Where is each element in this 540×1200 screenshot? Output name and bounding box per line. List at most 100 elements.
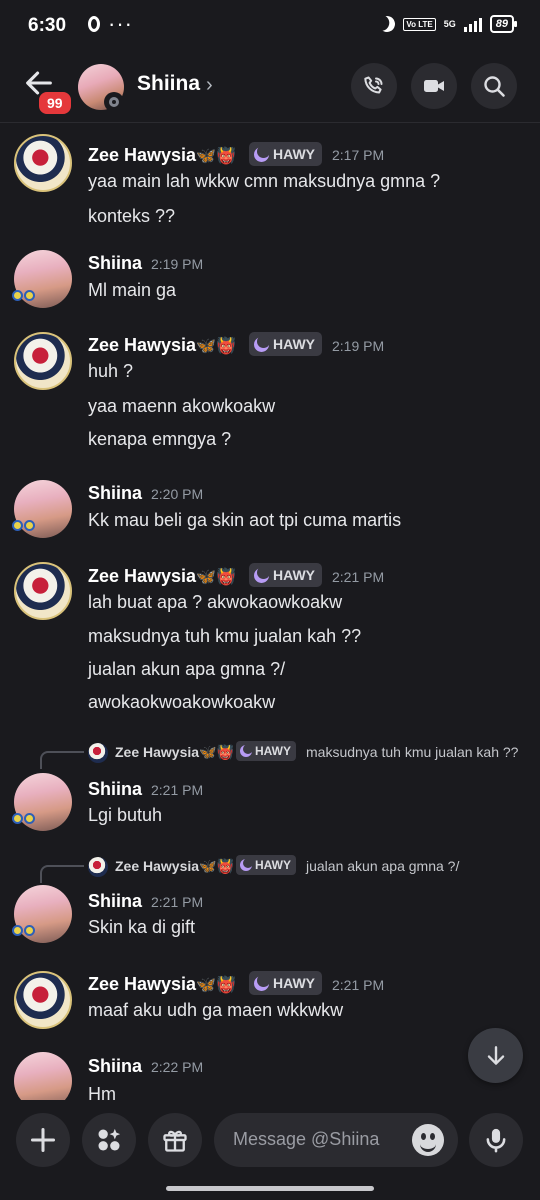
author-name[interactable]: Shiina bbox=[88, 779, 142, 800]
timestamp: 2:21 PM bbox=[151, 894, 204, 910]
message-text[interactable]: konteks ?? bbox=[88, 206, 175, 227]
message-text[interactable]: Kk mau beli ga skin aot tpi cuma martis bbox=[88, 510, 401, 531]
reply-text: maksudnya tuh kmu jualan kah ?? bbox=[306, 744, 519, 760]
avatar-decoration-icon bbox=[12, 520, 36, 536]
volte-icon: Vo LTE bbox=[403, 17, 436, 31]
gift-button[interactable] bbox=[148, 1113, 202, 1167]
smile-icon bbox=[420, 1141, 436, 1152]
search-button[interactable] bbox=[471, 63, 517, 109]
status-bar: 6:30 ··· Vo LTE 5G 89 bbox=[0, 0, 540, 54]
message-text[interactable]: yaa main lah wkkw cmn maksudnya gmna ? bbox=[88, 171, 440, 192]
role-tag[interactable]: HAWY bbox=[249, 971, 322, 995]
message-text[interactable]: maksudnya tuh kmu jualan kah ?? bbox=[88, 626, 361, 647]
reply-author: Zee Hawysia🦋👹 bbox=[115, 744, 234, 760]
plus-icon bbox=[30, 1127, 56, 1153]
author-name[interactable]: Zee Hawysia🦋👹 bbox=[88, 974, 236, 995]
do-not-disturb-icon bbox=[377, 14, 398, 35]
home-indicator[interactable] bbox=[166, 1186, 374, 1191]
author-name[interactable]: Shiina bbox=[88, 891, 142, 912]
message-list[interactable]: Zee Hawysia🦋👹 HAWY 2:17 PM yaa main lah … bbox=[0, 124, 540, 1100]
phone-icon bbox=[364, 76, 383, 94]
reply-author: Zee Hawysia🦋👹 bbox=[115, 858, 234, 874]
timestamp: 2:20 PM bbox=[151, 486, 204, 502]
message-text[interactable]: Hm bbox=[88, 1084, 116, 1100]
message-text[interactable]: maaf aku udh ga maen wkkwkw bbox=[88, 1000, 343, 1021]
role-tag[interactable]: HAWY bbox=[249, 332, 322, 356]
reply-preview[interactable]: Zee Hawysia🦋👹 HAWY jualan akun apa gmna … bbox=[0, 855, 540, 883]
author-name[interactable]: Shiina bbox=[88, 1056, 142, 1077]
moon-icon bbox=[254, 144, 270, 162]
reply-text: jualan akun apa gmna ?/ bbox=[306, 858, 460, 874]
message-text[interactable]: Lgi butuh bbox=[88, 805, 162, 826]
voice-message-button[interactable] bbox=[469, 1113, 523, 1167]
timestamp: 2:21 PM bbox=[151, 782, 204, 798]
author-name[interactable]: Zee Hawysia🦋👹 bbox=[88, 145, 236, 166]
network-type: 5G bbox=[443, 18, 456, 29]
author-emoji: 🦋👹 bbox=[196, 569, 236, 586]
timestamp: 2:22 PM bbox=[151, 1059, 204, 1075]
avatar[interactable] bbox=[14, 971, 72, 1029]
notification-icon bbox=[88, 16, 100, 32]
timestamp: 2:19 PM bbox=[332, 338, 385, 354]
reply-avatar bbox=[88, 857, 108, 877]
role-tag[interactable]: HAWY bbox=[249, 142, 322, 166]
role-tag[interactable]: HAWY bbox=[249, 563, 322, 587]
page-title[interactable]: Shiina bbox=[137, 72, 200, 96]
reply-author-emoji: 🦋👹 bbox=[199, 744, 234, 760]
avatar[interactable] bbox=[14, 1052, 72, 1100]
avatar[interactable] bbox=[14, 134, 72, 192]
video-call-button[interactable] bbox=[411, 63, 457, 109]
author-emoji: 🦋👹 bbox=[196, 148, 236, 165]
moon-icon bbox=[254, 565, 270, 583]
reply-author-emoji: 🦋👹 bbox=[199, 858, 234, 874]
clock: 6:30 bbox=[28, 15, 67, 36]
message-text[interactable]: jualan akun apa gmna ?/ bbox=[88, 659, 285, 680]
message-input[interactable]: Message @Shiina bbox=[214, 1113, 458, 1167]
reply-connector bbox=[40, 751, 84, 769]
message-text[interactable]: Ml main ga bbox=[88, 280, 176, 301]
timestamp: 2:21 PM bbox=[332, 569, 385, 585]
apps-button[interactable] bbox=[82, 1113, 136, 1167]
message-text[interactable]: yaa maenn akowkoakw bbox=[88, 396, 275, 417]
reply-role-tag: HAWY bbox=[236, 855, 296, 875]
message-input-placeholder: Message @Shiina bbox=[233, 1129, 380, 1149]
author-emoji: 🦋👹 bbox=[196, 338, 236, 355]
author-name[interactable]: Shiina bbox=[88, 253, 142, 274]
reply-role-tag: HAWY bbox=[236, 741, 296, 761]
avatar-decoration-icon bbox=[12, 925, 36, 941]
message-text[interactable]: awokaokwoakowkoakw bbox=[88, 692, 275, 713]
avatar[interactable] bbox=[14, 332, 72, 390]
message-text[interactable]: huh ? bbox=[88, 361, 133, 382]
message-composer: Message @Shiina bbox=[0, 1100, 540, 1200]
unread-badge: 99 bbox=[37, 90, 73, 116]
emoji-button[interactable] bbox=[412, 1124, 444, 1156]
arrow-down-icon bbox=[487, 1045, 504, 1065]
more-notifications-icon: ··· bbox=[108, 11, 133, 36]
author-name[interactable]: Zee Hawysia🦋👹 bbox=[88, 566, 236, 587]
call-button[interactable] bbox=[351, 63, 397, 109]
moon-icon bbox=[240, 858, 253, 871]
avatar-decoration-icon bbox=[12, 290, 36, 306]
status-icons: Vo LTE 5G 89 bbox=[377, 14, 518, 35]
battery-icon: 89 bbox=[489, 15, 518, 33]
message-text[interactable]: lah buat apa ? akwokaowkoakw bbox=[88, 592, 342, 613]
author-name[interactable]: Shiina bbox=[88, 483, 142, 504]
apps-icon bbox=[98, 1128, 121, 1151]
author-name[interactable]: Zee Hawysia🦋👹 bbox=[88, 335, 236, 356]
reply-connector bbox=[40, 865, 84, 883]
offline-status-icon bbox=[104, 92, 124, 112]
microphone-icon bbox=[486, 1128, 506, 1153]
message-text[interactable]: Skin ka di gift bbox=[88, 917, 195, 938]
avatar-decoration-icon bbox=[12, 813, 36, 829]
moon-icon bbox=[254, 334, 270, 352]
timestamp: 2:17 PM bbox=[332, 147, 385, 163]
avatar[interactable] bbox=[14, 562, 72, 620]
message-text[interactable]: kenapa emngya ? bbox=[88, 429, 231, 450]
timestamp: 2:19 PM bbox=[151, 256, 204, 272]
timestamp: 2:21 PM bbox=[332, 977, 385, 993]
chevron-right-icon[interactable]: › bbox=[206, 74, 213, 97]
jump-to-bottom-button[interactable] bbox=[468, 1028, 523, 1083]
add-attachment-button[interactable] bbox=[16, 1113, 70, 1167]
dm-header: 99 Shiina › bbox=[0, 54, 540, 123]
reply-preview[interactable]: Zee Hawysia🦋👹 HAWY maksudnya tuh kmu jua… bbox=[0, 741, 540, 769]
